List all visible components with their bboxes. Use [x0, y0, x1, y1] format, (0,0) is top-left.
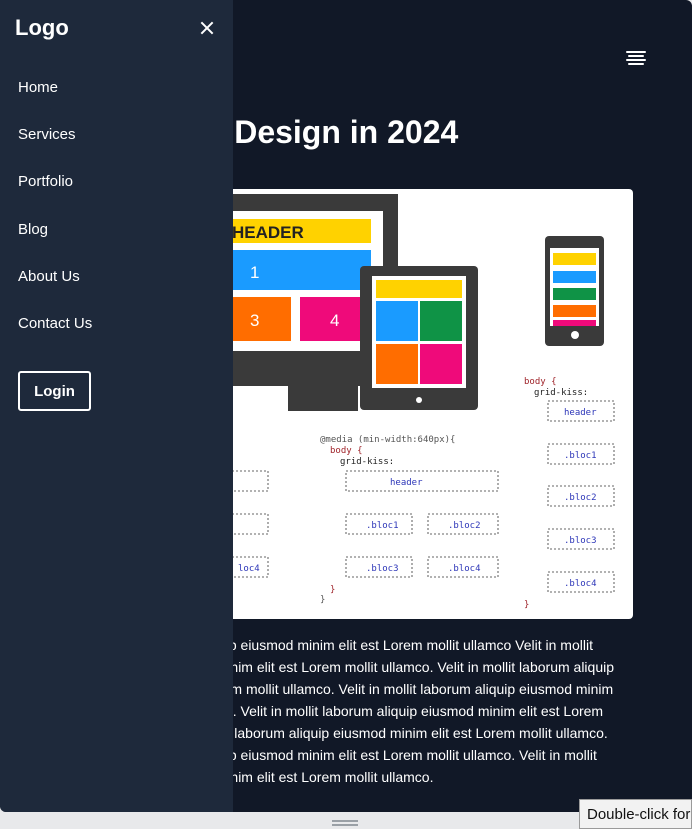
left-bloc4-text: loc4 — [238, 564, 260, 574]
close-brace-outer-text: } — [320, 595, 325, 605]
center-code-block: @media (min-width:640px){ body { grid-ki… — [320, 435, 499, 605]
right-code-block: body { grid-kiss: header .bloc1 .bloc2 .… — [524, 377, 615, 610]
sidebar-item-about-us[interactable]: About Us — [18, 267, 92, 314]
right-bloc4-text: .bloc4 — [564, 579, 597, 589]
bloc4-text: .bloc4 — [448, 564, 481, 574]
right-close-brace-text: } — [524, 600, 529, 610]
menu-icon[interactable] — [626, 51, 646, 65]
app-window: Responsive Design in 2024 HEADER 1 3 4 @… — [0, 0, 692, 812]
block-4-label: 4 — [330, 311, 339, 330]
login-button[interactable]: Login — [18, 371, 91, 411]
grid-kiss-text: grid-kiss: — [340, 457, 394, 467]
right-grid-kiss-text: grid-kiss: — [534, 388, 588, 398]
tooltip: Double-click for — [579, 799, 692, 829]
right-header-cell-text: header — [564, 408, 597, 418]
sidebar-link-contact-us[interactable]: Contact Us — [18, 315, 92, 332]
header-label: HEADER — [232, 223, 304, 242]
sidebar-link-services[interactable]: Services — [18, 126, 76, 143]
logo[interactable]: Logo — [15, 15, 69, 41]
resize-handle[interactable] — [332, 820, 358, 826]
sidebar-item-home[interactable]: Home — [18, 78, 92, 125]
bloc2-text: .bloc2 — [448, 521, 481, 531]
sidebar-link-about-us[interactable]: About Us — [18, 268, 80, 285]
bloc1-text: .bloc1 — [366, 521, 399, 531]
right-bloc3-text: .bloc3 — [564, 536, 597, 546]
close-brace-text: } — [330, 585, 335, 595]
right-bloc2-text: .bloc2 — [564, 493, 597, 503]
right-body-rule-text: body { — [524, 377, 557, 387]
sidebar: Logo Home Services Portfolio Blog About … — [0, 0, 233, 812]
sidebar-item-contact-us[interactable]: Contact Us — [18, 314, 92, 361]
phone-illustration — [545, 236, 604, 346]
sidebar-item-portfolio[interactable]: Portfolio — [18, 172, 92, 219]
bloc3-text: .bloc3 — [366, 564, 399, 574]
media-query-text: @media (min-width:640px){ — [320, 435, 455, 445]
body-rule-text: body { — [330, 446, 363, 456]
block-3-label: 3 — [250, 311, 259, 330]
sidebar-link-blog[interactable]: Blog — [18, 221, 48, 238]
sidebar-link-home[interactable]: Home — [18, 79, 58, 96]
sidebar-nav: Home Services Portfolio Blog About Us Co… — [18, 78, 92, 361]
sidebar-item-services[interactable]: Services — [18, 125, 92, 172]
header-cell-text: header — [390, 478, 423, 488]
sidebar-item-blog[interactable]: Blog — [18, 220, 92, 267]
tablet-illustration — [360, 266, 478, 410]
sidebar-link-portfolio[interactable]: Portfolio — [18, 173, 73, 190]
right-bloc1-text: .bloc1 — [564, 451, 597, 461]
close-icon[interactable] — [198, 19, 216, 37]
block-1-label: 1 — [250, 263, 259, 282]
